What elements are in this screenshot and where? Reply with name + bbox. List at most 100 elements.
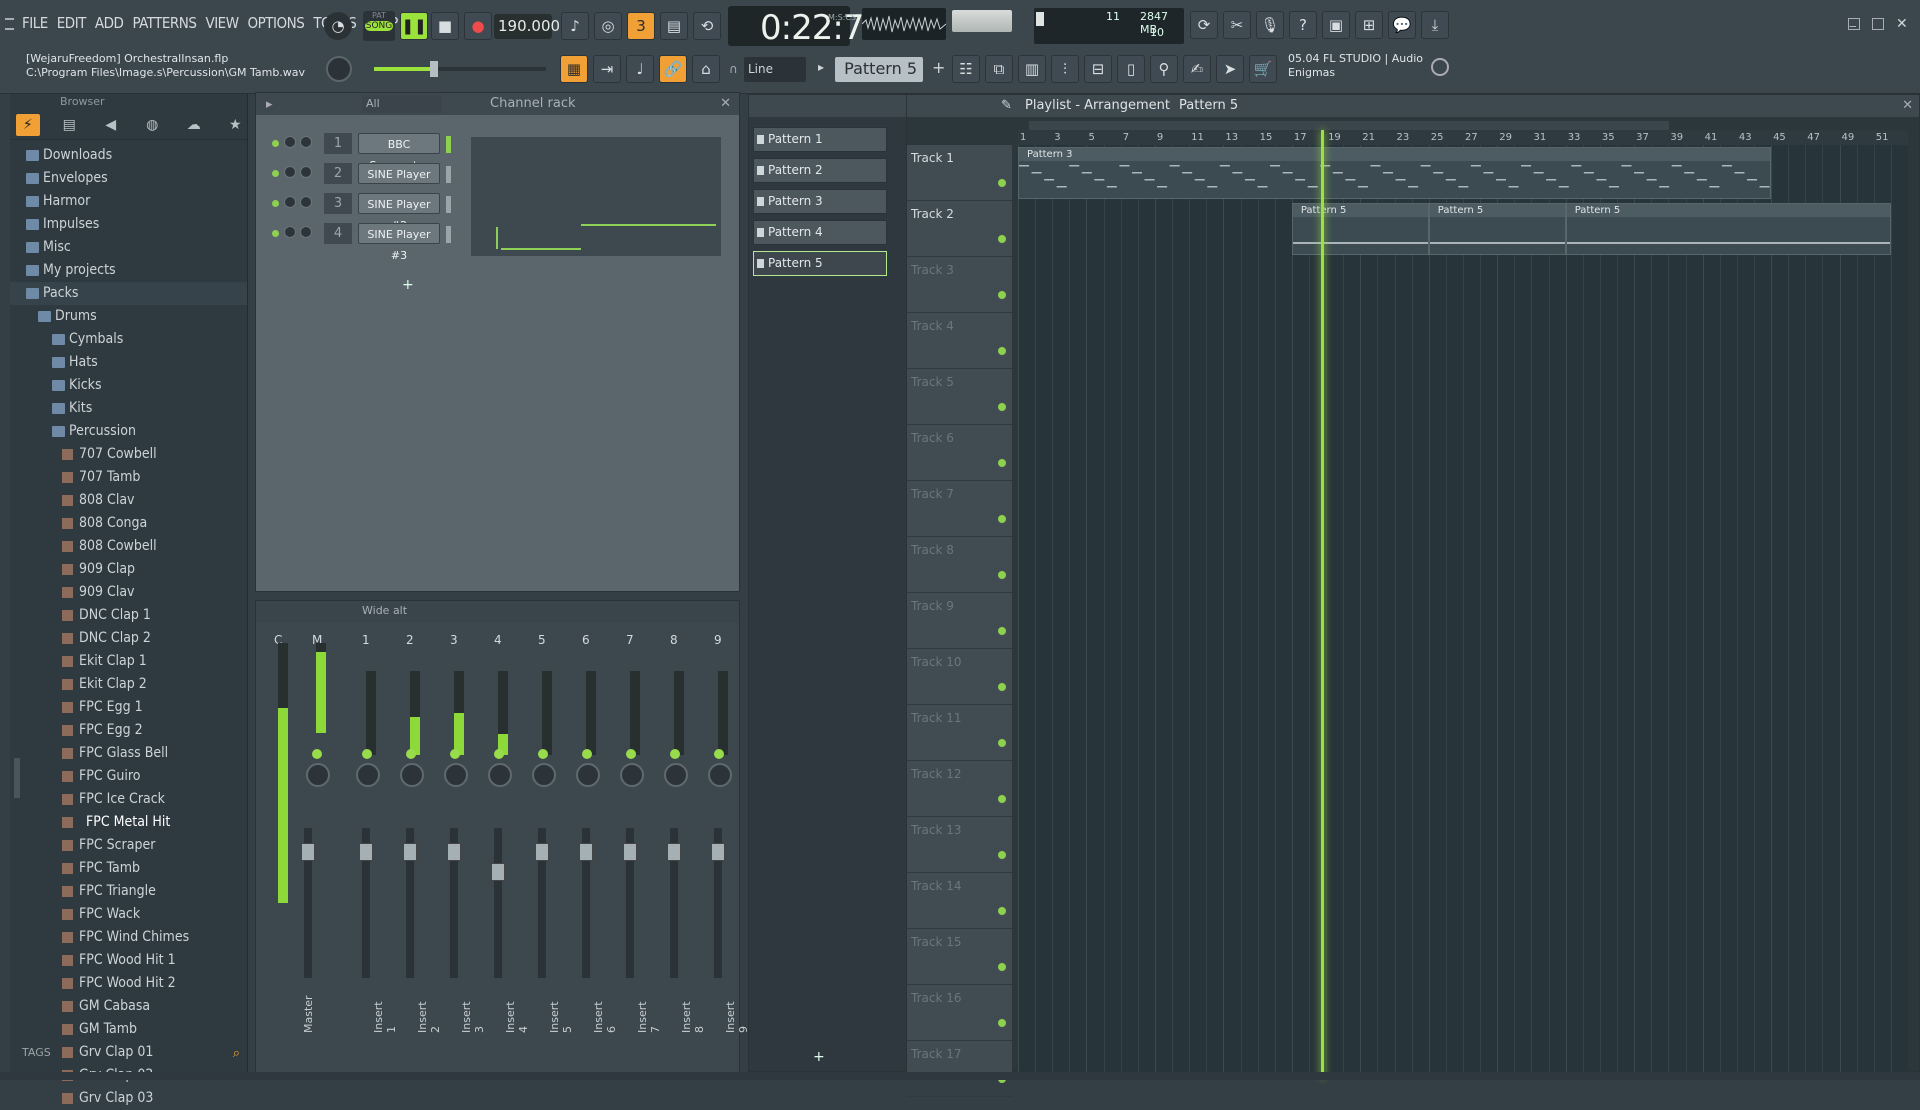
pattern-clip[interactable]: Pattern 5 [1565, 203, 1891, 255]
track-mute-led[interactable] [998, 627, 1006, 635]
master-volume-display[interactable] [952, 10, 1012, 32]
pan-knob[interactable] [400, 763, 424, 787]
mixer-strip[interactable]: M Master [298, 633, 342, 1073]
mixer-strip[interactable]: 6 Insert 6 [568, 633, 618, 1073]
track-header[interactable]: Track 3 [907, 257, 1012, 313]
browser-folder[interactable]: Misc [10, 236, 247, 259]
browser-file[interactable]: GM Cabasa [10, 995, 247, 1018]
channel-rack-titlebar[interactable]: ▸ All Channel rack ✕ [256, 93, 739, 115]
channel-rack-icon[interactable]: ⧉ [985, 55, 1013, 83]
browser-file[interactable]: FPC Wood Hit 2 [10, 972, 247, 995]
track-header[interactable]: Track 14 [907, 873, 1012, 929]
menu-patterns[interactable]: PATTERNS [132, 14, 197, 32]
channel-select-bar[interactable] [446, 136, 451, 153]
track-mute-led[interactable] [998, 739, 1006, 747]
browser-scrollbar[interactable] [14, 758, 20, 798]
wait-record-icon[interactable]: ◎ [594, 12, 622, 40]
volume-fader[interactable] [667, 828, 681, 978]
volume-knob[interactable] [300, 166, 312, 178]
piano-icon[interactable]: ▥ [1018, 55, 1046, 83]
chat-icon[interactable]: 💬 [1388, 11, 1416, 39]
volume-knob[interactable] [300, 226, 312, 238]
browser-file[interactable]: FPC Triangle [10, 880, 247, 903]
pan-knob[interactable] [708, 763, 732, 787]
channel-name[interactable]: SINE Player #2 [358, 193, 440, 232]
mute-led[interactable] [362, 749, 372, 759]
master-pitch-knob[interactable] [326, 56, 352, 82]
playlist-lanes[interactable]: Pattern 3 Pattern 5 Pattern 5 Pattern 5 [1018, 145, 1908, 1075]
browser-folder[interactable]: Impulses [10, 213, 247, 236]
plug-icon[interactable]: ⚲ [1150, 55, 1178, 83]
channel-led[interactable] [272, 230, 279, 237]
channel-led[interactable] [272, 140, 279, 147]
song-pattern-toggle[interactable]: PAT SONG [363, 11, 395, 41]
track-header[interactable]: Track 9 [907, 593, 1012, 649]
mixer-titlebar[interactable]: Wide alt [256, 601, 739, 623]
fader-cap[interactable] [447, 843, 461, 861]
typing-keyboard-icon[interactable]: ♪ [561, 12, 589, 40]
midi-icon[interactable]: ➤ [1216, 55, 1244, 83]
browser-folder[interactable]: Kicks [10, 374, 247, 397]
add-pattern-icon[interactable]: + [932, 58, 945, 77]
pattern-select[interactable]: Pattern 5 [835, 57, 923, 82]
channel-led[interactable] [272, 200, 279, 207]
browser-folder[interactable]: Downloads [10, 144, 247, 167]
browser-folder[interactable]: Harmor [10, 190, 247, 213]
cut-icon[interactable]: ✂ [1223, 11, 1251, 39]
browser-file[interactable]: FPC Wack [10, 903, 247, 926]
stamp-icon[interactable]: ⌂ [692, 55, 720, 83]
volume-fader[interactable] [301, 828, 315, 978]
metronome-icon[interactable]: ◔ [324, 12, 352, 40]
globe-icon[interactable]: ◍ [141, 114, 165, 136]
mixer-preset[interactable]: Wide alt [362, 604, 407, 617]
track-header[interactable]: Track 2 [907, 201, 1012, 257]
track-header[interactable]: Track 15 [907, 929, 1012, 985]
fader-cap[interactable] [301, 843, 315, 861]
mixer-strip[interactable]: 1 Insert 1 [348, 633, 398, 1073]
search-icon[interactable]: ⌕ [233, 1046, 240, 1061]
channel-number[interactable]: 3 [324, 193, 352, 214]
track-mute-led[interactable] [998, 179, 1006, 187]
track-header[interactable]: Track 12 [907, 761, 1012, 817]
menu-edit[interactable]: EDIT [57, 14, 87, 32]
magnet-icon[interactable]: ∩ [729, 62, 738, 76]
minimize-button[interactable]: ‒ [1848, 18, 1860, 33]
channel-name[interactable]: SINE Player #3 [358, 223, 440, 262]
pan-knob[interactable] [284, 136, 296, 148]
mixer-strip[interactable]: 4 Insert 4 [480, 633, 530, 1073]
hamburger-icon[interactable] [5, 18, 14, 30]
refresh-icon[interactable]: ⟳ [1190, 11, 1218, 39]
tool-pencil-icon[interactable]: ✎ [1001, 98, 1012, 113]
browser-file[interactable]: GM Tamb [10, 1018, 247, 1041]
track-header[interactable]: Track 1 [907, 145, 1012, 201]
speaker-icon[interactable]: ◀ [99, 114, 123, 136]
pan-knob[interactable] [284, 166, 296, 178]
stop-button[interactable]: ■ [431, 12, 459, 40]
playlist-view-icon[interactable]: ▦ [560, 55, 588, 83]
browser-file[interactable]: Ekit Clap 2 [10, 673, 247, 696]
pattern-clip[interactable]: Pattern 5 [1291, 203, 1429, 255]
fader-cap[interactable] [491, 863, 505, 881]
browser-file[interactable]: FPC Metal Hit [10, 811, 247, 834]
pan-knob[interactable] [664, 763, 688, 787]
pan-knob[interactable] [576, 763, 600, 787]
volume-fader[interactable] [359, 828, 373, 978]
channel-led[interactable] [272, 170, 279, 177]
browser-file[interactable]: Grv Clap 03 [10, 1087, 247, 1110]
mute-led[interactable] [538, 749, 548, 759]
track-mute-led[interactable] [998, 1019, 1006, 1027]
pan-knob[interactable] [488, 763, 512, 787]
track-header[interactable]: Track 4 [907, 313, 1012, 369]
pan-knob[interactable] [356, 763, 380, 787]
download-icon[interactable]: ⤓ [1421, 11, 1449, 39]
mute-led[interactable] [450, 749, 460, 759]
channel-name[interactable]: SINE Player [358, 163, 440, 184]
tempo-tap-icon[interactable]: ✍ [1183, 55, 1211, 83]
pan-knob[interactable] [444, 763, 468, 787]
volume-fader[interactable] [623, 828, 637, 978]
fader-cap[interactable] [667, 843, 681, 861]
mixer-strip[interactable]: 7 Insert 7 [612, 633, 662, 1073]
plugin-icon[interactable]: ▯ [1117, 55, 1145, 83]
mute-led[interactable] [670, 749, 680, 759]
fader-cap[interactable] [403, 843, 417, 861]
